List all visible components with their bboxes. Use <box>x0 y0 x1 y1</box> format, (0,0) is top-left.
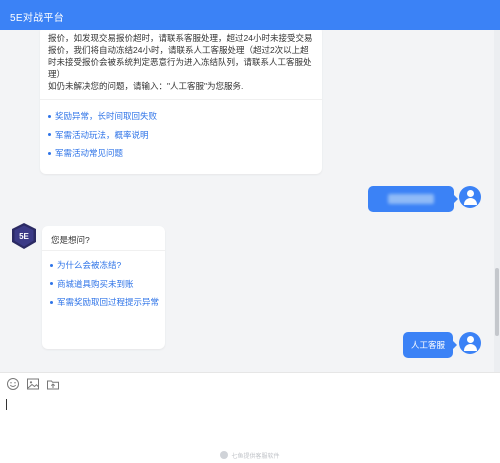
chat-scrollbar[interactable] <box>494 30 500 372</box>
text-caret <box>6 399 7 410</box>
user-message-bubble: 人工客服 <box>403 332 457 358</box>
message-input[interactable] <box>0 394 500 447</box>
bot-logo-text: 5E <box>19 232 29 241</box>
faq-link-label: 奖励异常，长时间取回失败 <box>55 111 158 122</box>
question-links: 为什么会被冻结? 商城道具购买未到账 军需奖励取回过程提示异常 <box>50 256 159 312</box>
user-message-bubble-redacted <box>368 186 458 212</box>
divider <box>40 99 322 100</box>
redacted-text <box>388 194 434 204</box>
divider <box>42 250 165 251</box>
footer-text: 七鱼提供客服软件 <box>231 453 280 460</box>
bot-logo-icon: 5E <box>12 223 36 249</box>
bot-message-card: 报价，如发现交易报价超时，请联系客服处理，超过24小时未接受交易报价，我们将自动… <box>40 30 322 174</box>
upload-file-icon[interactable] <box>46 377 60 391</box>
user-message-text: 人工客服 <box>410 340 445 350</box>
emoji-icon[interactable] <box>6 377 20 391</box>
bubble-tail <box>454 195 458 203</box>
question-link-frozen[interactable]: 为什么会被冻结? <box>50 256 159 275</box>
question-link-label: 为什么会被冻结? <box>57 260 122 271</box>
question-card-title: 您是想问? <box>51 235 90 245</box>
bot-question-card: 您是想问? 为什么会被冻结? 商城道具购买未到账 军需奖励取回过程提示异常 <box>42 226 165 349</box>
bullet-icon <box>48 114 51 118</box>
bot-message-hint: 如仍未解决您的问题，请输入："人工客服"为您服务. <box>48 81 244 91</box>
title-bar: 5E对战平台 <box>0 0 500 30</box>
question-link-withdraw[interactable]: 军需奖励取回过程提示异常 <box>50 293 159 312</box>
provider-logo-icon <box>220 451 229 459</box>
faq-link-label: 军需活动玩法，概率说明 <box>55 129 149 140</box>
footer: 七鱼提供客服软件 <box>0 447 500 463</box>
faq-link-supply-faq[interactable]: 军需活动常见问题 <box>48 144 157 163</box>
faq-link-label: 军需活动常见问题 <box>55 148 124 159</box>
bullet-icon <box>48 133 51 137</box>
chat-area[interactable]: 报价，如发现交易报价超时，请联系客服处理，超过24小时未接受交易报价，我们将自动… <box>0 30 500 372</box>
question-link-label: 商城道具购买未到账 <box>57 278 134 289</box>
bullet-icon <box>50 263 53 267</box>
bullet-icon <box>50 282 53 286</box>
faq-link-supply-rules[interactable]: 军需活动玩法，概率说明 <box>48 126 157 145</box>
user-avatar-icon <box>459 186 481 208</box>
input-toolbar <box>0 372 500 394</box>
question-link-label: 军需奖励取回过程提示异常 <box>57 297 160 308</box>
question-link-purchase[interactable]: 商城道具购买未到账 <box>50 275 159 294</box>
bot-message-text: 报价，如发现交易报价超时，请联系客服处理，超过24小时未接受交易报价，我们将自动… <box>48 32 316 92</box>
bot-message-paragraph: 报价，如发现交易报价超时，请联系客服处理，超过24小时未接受交易报价，我们将自动… <box>48 33 313 79</box>
faq-links: 奖励异常，长时间取回失败 军需活动玩法，概率说明 军需活动常见问题 <box>48 107 157 163</box>
image-icon[interactable] <box>26 377 40 391</box>
bubble-tail <box>453 341 457 349</box>
faq-link-reward-issue[interactable]: 奖励异常，长时间取回失败 <box>48 107 157 126</box>
scrollbar-thumb[interactable] <box>495 268 499 336</box>
bullet-icon <box>48 151 51 155</box>
bullet-icon <box>50 300 53 304</box>
user-avatar-icon <box>459 332 481 354</box>
window-title: 5E对战平台 <box>10 13 65 24</box>
